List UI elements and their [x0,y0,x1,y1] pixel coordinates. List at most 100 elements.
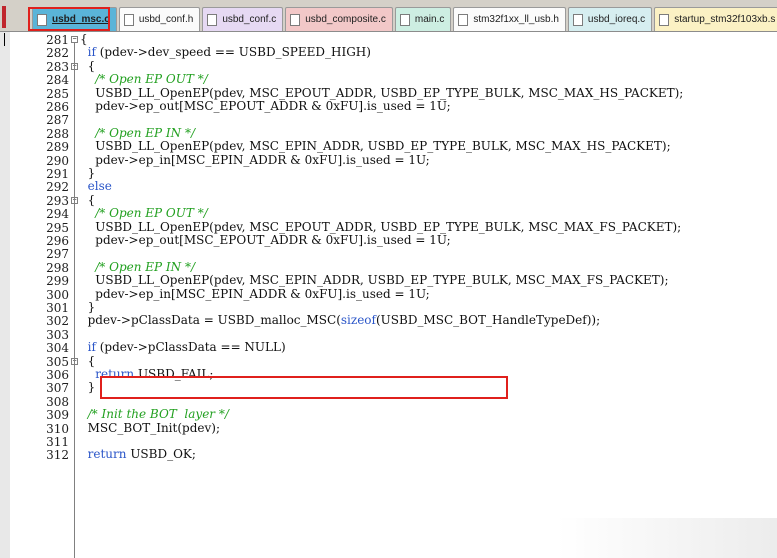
file-icon [123,13,134,26]
code-text: pdev->ep_in[MSC_EPIN_ADDR & 0xFU].is_use… [80,286,430,301]
tab-bar-marker [2,6,6,28]
code-keyword: return [95,367,135,381]
code-text: USBD_LL_OpenEP(pdev, MSC_EPOUT_ADDR, USB… [80,85,684,100]
code-line[interactable]: USBD_LL_OpenEP(pdev, MSC_EPIN_ADDR, USBD… [80,139,670,153]
code-keyword: return [87,447,127,462]
code-line[interactable]: pdev->ep_in[MSC_EPIN_ADDR & 0xFU].is_use… [80,286,430,301]
code-line[interactable]: return USBD_OK; [80,448,196,461]
line-number: 301 [46,301,69,315]
code-comment: /* Open EP IN */ [95,125,196,140]
code-line[interactable]: { [80,354,96,368]
tab-label: startup_stm32f103xb.s [674,14,776,25]
line-number: 288 [46,126,69,141]
line-number: 294 [46,207,69,222]
code-line[interactable]: USBD_LL_OpenEP(pdev, MSC_EPOUT_ADDR, USB… [80,219,682,234]
tab-label: usbd_ioreq.c [587,14,646,25]
code-text: { [80,192,96,207]
code-line[interactable]: pdev->ep_out[MSC_EPOUT_ADDR & 0xFU].is_u… [80,99,451,113]
tab-usbd-msc-c[interactable]: usbd_msc.c [32,7,117,31]
code-line[interactable]: { [80,32,88,46]
tab-usbd-conf-h[interactable]: usbd_conf.h [118,7,201,31]
code-text: (pdev->dev_speed == USBD_SPEED_HIGH) [95,45,371,60]
code-line[interactable]: return USBD_FAIL; [80,367,214,381]
line-number: 286 [46,100,69,114]
tab-usbd-conf-c[interactable]: usbd_conf.c [202,7,284,31]
code-line[interactable]: else [80,180,112,193]
code-line[interactable]: } [80,300,96,314]
code-editor[interactable]: 281−282283−28428528628728828929029129229… [0,32,777,558]
line-number: 283 [46,59,69,74]
code-text: USBD_OK; [126,447,196,462]
tab-usbd-ioreq-c[interactable]: usbd_ioreq.c [567,7,653,31]
editor-left-margin [0,32,10,558]
line-number: 309 [46,408,69,423]
file-icon [37,13,47,26]
code-line[interactable]: } [80,381,96,394]
code-line[interactable]: /* Open EP IN */ [80,259,196,274]
code-line[interactable]: /* Open EP OUT */ [80,72,207,86]
code-text: { [80,58,96,73]
file-icon [458,13,469,26]
line-number: 298 [46,260,69,275]
line-number: 290 [46,153,69,168]
tab-label: main.c [414,14,445,25]
code-line[interactable]: /* Open EP OUT */ [80,206,208,221]
line-number: 282 [46,46,69,61]
line-number: 304 [46,341,69,356]
text-caret [4,33,5,46]
code-text: MSC_BOT_Init(pdev); [80,420,220,435]
code-text: USBD_FAIL; [134,367,214,381]
code-line[interactable]: if (pdev->pClassData == NULL) [80,340,286,354]
code-text: USBD_LL_OpenEP(pdev, MSC_EPOUT_ADDR, USB… [80,219,682,234]
fold-guide-line [74,42,75,558]
line-number: 284 [46,73,69,88]
code-line[interactable]: } [80,166,96,180]
code-line[interactable]: pdev->ep_in[MSC_EPIN_ADDR & 0xFU].is_use… [80,152,430,167]
line-number: 285 [46,86,69,101]
line-number: 297 [46,247,69,262]
tab-stm32f1xx-ll-usb-h[interactable]: stm32f1xx_ll_usb.h [453,7,566,31]
file-icon [572,13,583,26]
line-number: 293 [46,193,69,208]
code-line[interactable]: MSC_BOT_Init(pdev); [80,420,220,435]
line-number: 281 [46,33,69,47]
line-number: 308 [46,394,69,409]
line-number: 306 [46,368,69,382]
line-number: 300 [46,287,69,302]
code-comment: /* Init the BOT layer */ [87,407,229,422]
code-line[interactable]: pdev->pClassData = USBD_malloc_MSC(sizeo… [80,314,601,327]
code-line[interactable]: { [80,58,96,73]
tab-startup-stm32f103xb-s[interactable]: startup_stm32f103xb.s [654,7,777,31]
code-text: pdev->ep_in[MSC_EPIN_ADDR & 0xFU].is_use… [80,152,430,167]
tab-label: usbd_msc.c [52,14,110,25]
line-number: 287 [46,113,69,128]
file-icon [290,13,301,26]
line-number: 310 [46,421,69,436]
line-number: 289 [46,140,69,155]
code-comment: /* Open EP OUT */ [95,206,208,221]
line-number: 295 [46,220,69,235]
code-line[interactable]: /* Open EP IN */ [80,125,196,140]
screenshot-fade-overlay [557,518,777,558]
line-number: 307 [46,381,69,396]
line-number: 305 [46,354,69,369]
code-line[interactable]: USBD_LL_OpenEP(pdev, MSC_EPOUT_ADDR, USB… [80,85,684,100]
line-number: 302 [46,314,69,329]
line-number-gutter: 281−282283−28428528628728828929029129229… [10,32,82,558]
code-line[interactable]: /* Init the BOT layer */ [80,407,229,422]
file-icon [399,13,410,26]
tab-main-c[interactable]: main.c [394,7,452,31]
code-line[interactable]: { [80,192,96,207]
code-line[interactable]: USBD_LL_OpenEP(pdev, MSC_EPIN_ADDR, USBD… [80,273,668,287]
code-text-area[interactable]: { if (pdev->dev_speed == USBD_SPEED_HIGH… [80,32,777,558]
code-text: pdev->ep_out[MSC_EPOUT_ADDR & 0xFU].is_u… [80,99,451,113]
code-comment: /* Open EP IN */ [95,259,196,274]
tab-usbd-composite-c[interactable]: usbd_composite.c [285,7,393,31]
code-line[interactable]: pdev->ep_out[MSC_EPOUT_ADDR & 0xFU].is_u… [80,233,450,247]
code-line[interactable]: if (pdev->dev_speed == USBD_SPEED_HIGH) [80,46,371,59]
tab-label: usbd_composite.c [305,14,386,25]
